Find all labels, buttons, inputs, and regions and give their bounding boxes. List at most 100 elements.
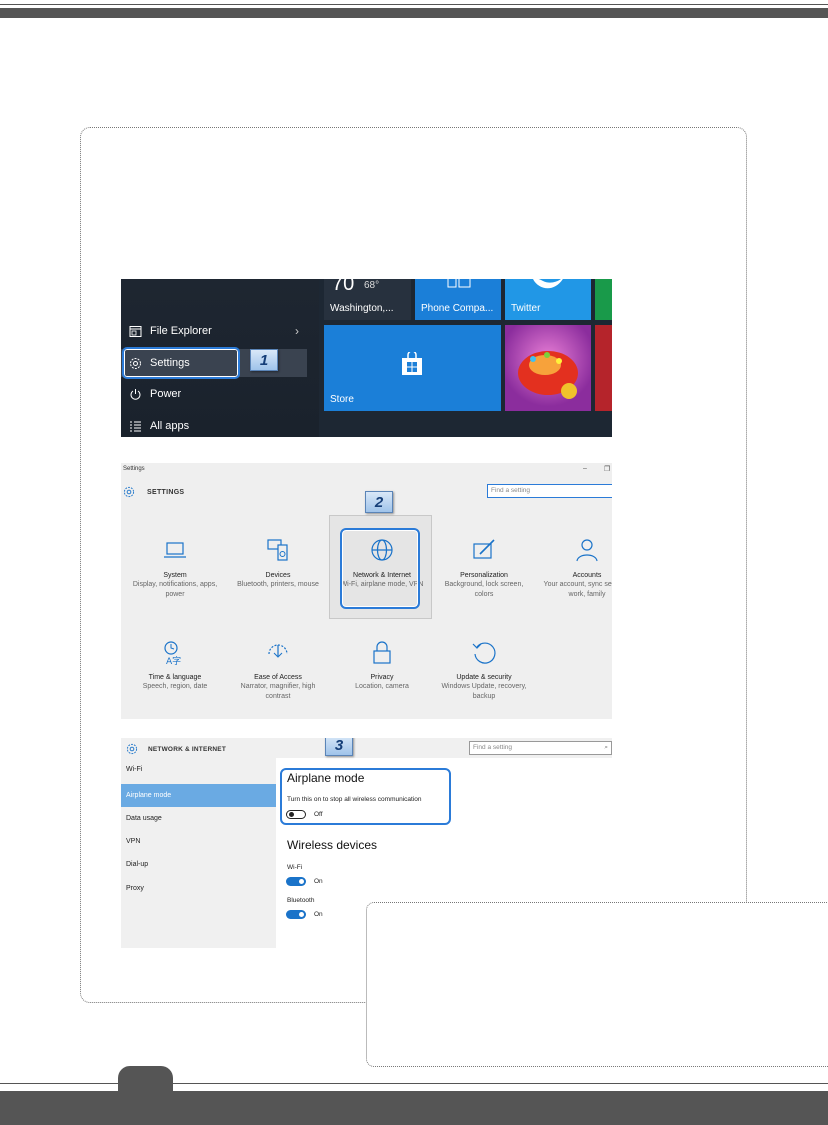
search-input[interactable]: Find a setting ⌕ xyxy=(469,741,612,755)
search-input[interactable]: Find a setting xyxy=(487,484,612,498)
nav-item-wifi[interactable]: Wi-Fi xyxy=(121,758,276,781)
tile-twitter[interactable]: Twitter xyxy=(505,279,591,320)
nav-item-dial-up[interactable]: Dial-up xyxy=(121,853,276,876)
candy-icon xyxy=(518,351,578,399)
ease-access-icon xyxy=(268,644,288,658)
menu-item-label: Power xyxy=(150,388,182,400)
chevron-right-icon: › xyxy=(295,324,299,338)
category-title: Ease of Access xyxy=(254,674,302,681)
category-personalization[interactable]: Personalization Background, lock screen,… xyxy=(437,537,531,600)
header-rule xyxy=(0,4,828,5)
folder-icon xyxy=(127,323,143,339)
wifi-label: Wi-Fi xyxy=(287,864,303,871)
nav-item-proxy[interactable]: Proxy xyxy=(121,877,276,900)
tile-weather[interactable]: 70 68° Washington,... xyxy=(324,279,411,320)
search-placeholder: Find a setting xyxy=(473,744,513,751)
nav-item-data-usage[interactable]: Data usage xyxy=(121,807,276,830)
nav-item-vpn[interactable]: VPN xyxy=(121,830,276,853)
category-title: System xyxy=(163,572,187,579)
nav-item-airplane-mode[interactable]: Airplane mode xyxy=(121,784,276,807)
twitter-bird-icon xyxy=(533,279,563,289)
category-time-language[interactable]: A字 Time & language Speech, region, date xyxy=(128,639,222,692)
update-icon xyxy=(472,642,496,664)
bluetooth-state: On xyxy=(314,911,323,918)
page-title: NETWORK & INTERNET xyxy=(148,745,226,753)
lock-icon xyxy=(373,641,391,664)
network-nav: Wi-Fi Airplane mode Data usage VPN Dial-… xyxy=(121,758,276,948)
start-menu-screenshot: File Explorer › Settings Power All apps … xyxy=(121,279,612,437)
category-title: Update & security xyxy=(456,674,512,681)
tile-store[interactable]: Store xyxy=(324,325,501,411)
settings-highlight xyxy=(122,347,240,379)
window-title: Settings xyxy=(123,466,145,472)
category-desc: Narrator, magnifier, high contrast xyxy=(240,683,316,700)
tile-partial-green[interactable] xyxy=(595,279,612,320)
menu-item-power[interactable]: Power xyxy=(121,380,311,408)
network-header: NETWORK & INTERNET xyxy=(126,743,226,755)
page-title: SETTINGS xyxy=(147,488,185,496)
search-icon: ⌕ xyxy=(604,744,608,751)
category-title: Time & language xyxy=(148,674,202,681)
category-privacy[interactable]: Privacy Location, camera xyxy=(335,639,429,692)
category-desc: Windows Update, recovery, backup xyxy=(441,683,527,700)
category-devices[interactable]: Devices Bluetooth, printers, mouse xyxy=(231,537,325,590)
tile-label: Store xyxy=(330,394,354,405)
category-desc: Background, lock screen, colors xyxy=(444,581,524,598)
tile-label: Washington,... xyxy=(330,303,394,314)
wireless-devices-heading: Wireless devices xyxy=(287,838,378,852)
category-desc: Bluetooth, printers, mouse xyxy=(237,581,319,588)
airplane-highlight xyxy=(280,768,451,825)
category-title: Devices xyxy=(265,572,291,579)
tile-label: Phone Compa... xyxy=(421,303,494,314)
menu-item-label: File Explorer xyxy=(150,325,212,337)
wifi-state: On xyxy=(314,878,323,885)
category-desc: Display, notifications, apps, power xyxy=(132,581,218,598)
minimize-icon[interactable]: – xyxy=(583,465,587,472)
category-desc: Your account, sync settings, work, famil… xyxy=(543,581,612,598)
wifi-toggle[interactable] xyxy=(286,877,306,886)
devices-icon xyxy=(267,539,288,561)
weather-low: 68° xyxy=(364,280,380,291)
header-band xyxy=(0,8,828,18)
restore-icon[interactable]: ❐ xyxy=(604,465,610,473)
tile-candy-crush[interactable] xyxy=(505,325,591,411)
menu-item-file-explorer[interactable]: File Explorer › xyxy=(121,317,311,345)
settings-screenshot: Settings – ❐ SETTINGS Find a setting 2 S… xyxy=(121,463,612,719)
category-system[interactable]: System Display, notifications, apps, pow… xyxy=(128,537,222,600)
step-badge-2: 2 xyxy=(365,491,393,513)
laptop-icon xyxy=(164,542,186,558)
power-icon xyxy=(127,386,143,402)
list-icon xyxy=(127,418,143,434)
settings-header: SETTINGS xyxy=(123,486,184,498)
gear-icon xyxy=(126,743,138,755)
menu-item-all-apps[interactable]: All apps xyxy=(121,412,311,437)
network-highlight xyxy=(340,528,420,609)
menu-item-label: All apps xyxy=(150,420,190,432)
tile-phone-companion[interactable]: Phone Compa... xyxy=(415,279,501,320)
time-language-icon: A字 xyxy=(164,641,181,665)
weather-temp: 70 xyxy=(332,279,355,295)
page-number-tab xyxy=(118,1066,173,1106)
category-desc: Location, camera xyxy=(355,683,409,690)
store-bag-icon xyxy=(402,352,422,375)
step-badge-3: 3 xyxy=(325,738,353,756)
category-title: Privacy xyxy=(370,674,394,681)
note-box xyxy=(366,902,828,1067)
tile-label: Twitter xyxy=(511,303,541,314)
gear-icon xyxy=(123,486,135,498)
category-title: Personalization xyxy=(460,572,508,579)
person-icon xyxy=(576,539,598,562)
category-ease-of-access[interactable]: Ease of Access Narrator, magnifier, high… xyxy=(231,639,325,702)
tile-partial-red[interactable] xyxy=(595,325,612,411)
paint-icon xyxy=(473,539,495,559)
step-badge-1: 1 xyxy=(250,349,278,371)
category-title: Accounts xyxy=(572,572,602,579)
category-update-security[interactable]: Update & security Windows Update, recove… xyxy=(437,639,531,702)
category-desc: Speech, region, date xyxy=(142,683,208,690)
category-accounts[interactable]: Accounts Your account, sync settings, wo… xyxy=(540,537,612,600)
header-bar xyxy=(0,0,828,20)
phone-icon xyxy=(447,279,471,288)
bluetooth-toggle[interactable] xyxy=(286,910,306,919)
bluetooth-label: Bluetooth xyxy=(287,897,315,904)
svg-text:A字: A字 xyxy=(166,655,181,665)
